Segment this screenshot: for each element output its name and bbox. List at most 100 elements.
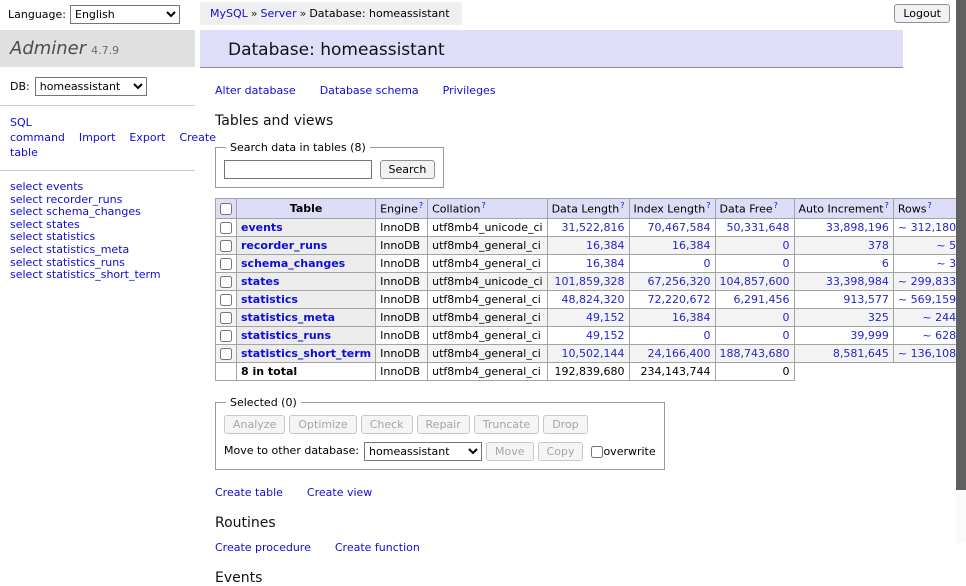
table-link[interactable]: statistics_short_term [241,347,371,360]
cell-data-length[interactable]: 16,384 [547,254,629,272]
cell-data-free[interactable]: 0 [715,254,794,272]
repair-button[interactable]: Repair [417,415,470,434]
cell-data-length[interactable]: 49,152 [547,326,629,344]
cell-auto-increment[interactable]: 913,577 [794,290,893,308]
help-icon[interactable]: ? [885,201,889,210]
cell-auto-increment[interactable]: 6 [794,254,893,272]
table-link[interactable]: events [241,221,283,234]
breadcrumb-server-link[interactable]: Server [261,7,297,20]
cell-auto-increment[interactable]: 378 [794,236,893,254]
row-checkbox[interactable] [220,276,232,288]
table-link[interactable]: recorder_runs [241,239,327,252]
column-header-data-length[interactable]: Data Length? [547,199,629,219]
column-header-rows[interactable]: Rows? [893,199,960,219]
vertical-scrollbar[interactable] [956,0,966,543]
help-icon[interactable]: ? [481,201,485,210]
row-checkbox[interactable] [220,312,232,324]
move-db-select[interactable]: homeassistant [364,442,482,461]
cell-rows[interactable]: ~ 244 [893,308,960,326]
cell-index-length[interactable]: 24,166,400 [629,344,715,362]
import-link[interactable]: Import [79,131,116,144]
cell-index-length[interactable]: 70,467,584 [629,218,715,236]
cell-data-length[interactable]: 10,502,144 [547,344,629,362]
search-button[interactable]: Search [380,160,436,179]
row-checkbox[interactable] [220,294,232,306]
cell-data-free[interactable]: 50,331,648 [715,218,794,236]
create-view-link[interactable]: Create view [307,486,372,499]
cell-data-free[interactable]: 0 [715,236,794,254]
help-icon[interactable]: ? [706,201,710,210]
table-link[interactable]: statistics [241,293,298,306]
alter-database-link[interactable]: Alter database [215,84,296,97]
cell-rows[interactable]: ~ 299,833 [893,272,960,290]
cell-index-length[interactable]: 16,384 [629,308,715,326]
cell-index-length[interactable]: 0 [629,326,715,344]
help-icon[interactable]: ? [620,201,624,210]
cell-rows[interactable]: ~ 5 [893,236,960,254]
db-select[interactable]: homeassistant [35,77,147,96]
cell-data-length[interactable]: 49,152 [547,308,629,326]
cell-auto-increment[interactable]: 325 [794,308,893,326]
column-header-collation[interactable]: Collation? [428,199,547,219]
row-checkbox[interactable] [220,258,232,270]
row-checkbox[interactable] [220,222,232,234]
drop-button[interactable]: Drop [543,415,587,434]
copy-button[interactable]: Copy [538,442,584,461]
sidebar-select-link[interactable]: select events [10,181,185,194]
create-table-link[interactable]: Create table [215,486,283,499]
database-schema-link[interactable]: Database schema [320,84,419,97]
analyze-button[interactable]: Analyze [224,415,285,434]
cell-rows[interactable]: ~ 569,159 [893,290,960,308]
export-link[interactable]: Export [129,131,165,144]
table-link[interactable]: schema_changes [241,257,345,270]
overwrite-checkbox[interactable] [591,446,603,458]
cell-index-length[interactable]: 0 [629,254,715,272]
cell-index-length[interactable]: 67,256,320 [629,272,715,290]
scrollbar-thumb[interactable] [956,0,966,490]
cell-rows[interactable]: ~ 136,108 [893,344,960,362]
cell-data-free[interactable]: 104,857,600 [715,272,794,290]
cell-auto-increment[interactable]: 39,999 [794,326,893,344]
language-select[interactable]: English [70,5,180,24]
cell-rows[interactable]: ~ 3 [893,254,960,272]
cell-rows[interactable]: ~ 312,180 [893,218,960,236]
move-button[interactable]: Move [486,442,534,461]
cell-data-free[interactable]: 188,743,680 [715,344,794,362]
sql-command-link[interactable]: SQL command [10,116,65,144]
cell-auto-increment[interactable]: 33,398,984 [794,272,893,290]
cell-data-length[interactable]: 101,859,328 [547,272,629,290]
truncate-button[interactable]: Truncate [474,415,539,434]
help-icon[interactable]: ? [927,201,931,210]
logout-button[interactable]: Logout [894,4,950,23]
sidebar-select-link[interactable]: select statistics_meta [10,244,185,257]
cell-data-length[interactable]: 48,824,320 [547,290,629,308]
table-link[interactable]: statistics_meta [241,311,335,324]
row-checkbox[interactable] [220,330,232,342]
column-header-engine[interactable]: Engine? [376,199,428,219]
cell-data-length[interactable]: 31,522,816 [547,218,629,236]
breadcrumb-mysql-link[interactable]: MySQL [210,7,248,20]
cell-data-free[interactable]: 0 [715,308,794,326]
cell-rows[interactable]: ~ 628 [893,326,960,344]
search-input[interactable] [224,160,372,179]
help-icon[interactable]: ? [419,201,423,210]
select-all-checkbox[interactable] [220,203,232,215]
cell-auto-increment[interactable]: 33,898,196 [794,218,893,236]
check-button[interactable]: Check [361,415,413,434]
help-icon[interactable]: ? [774,201,778,210]
privileges-link[interactable]: Privileges [443,84,496,97]
column-header-index-length[interactable]: Index Length? [629,199,715,219]
cell-auto-increment[interactable]: 8,581,645 [794,344,893,362]
cell-data-free[interactable]: 6,291,456 [715,290,794,308]
sidebar-select-link[interactable]: select statistics_short_term [10,269,185,282]
optimize-button[interactable]: Optimize [289,415,356,434]
column-header-auto-increment[interactable]: Auto Increment? [794,199,893,219]
row-checkbox[interactable] [220,348,232,360]
row-checkbox[interactable] [220,240,232,252]
cell-index-length[interactable]: 16,384 [629,236,715,254]
cell-data-free[interactable]: 0 [715,326,794,344]
table-link[interactable]: statistics_runs [241,329,331,342]
column-header-data-free[interactable]: Data Free? [715,199,794,219]
sidebar-select-link[interactable]: select schema_changes [10,206,185,219]
cell-data-length[interactable]: 16,384 [547,236,629,254]
